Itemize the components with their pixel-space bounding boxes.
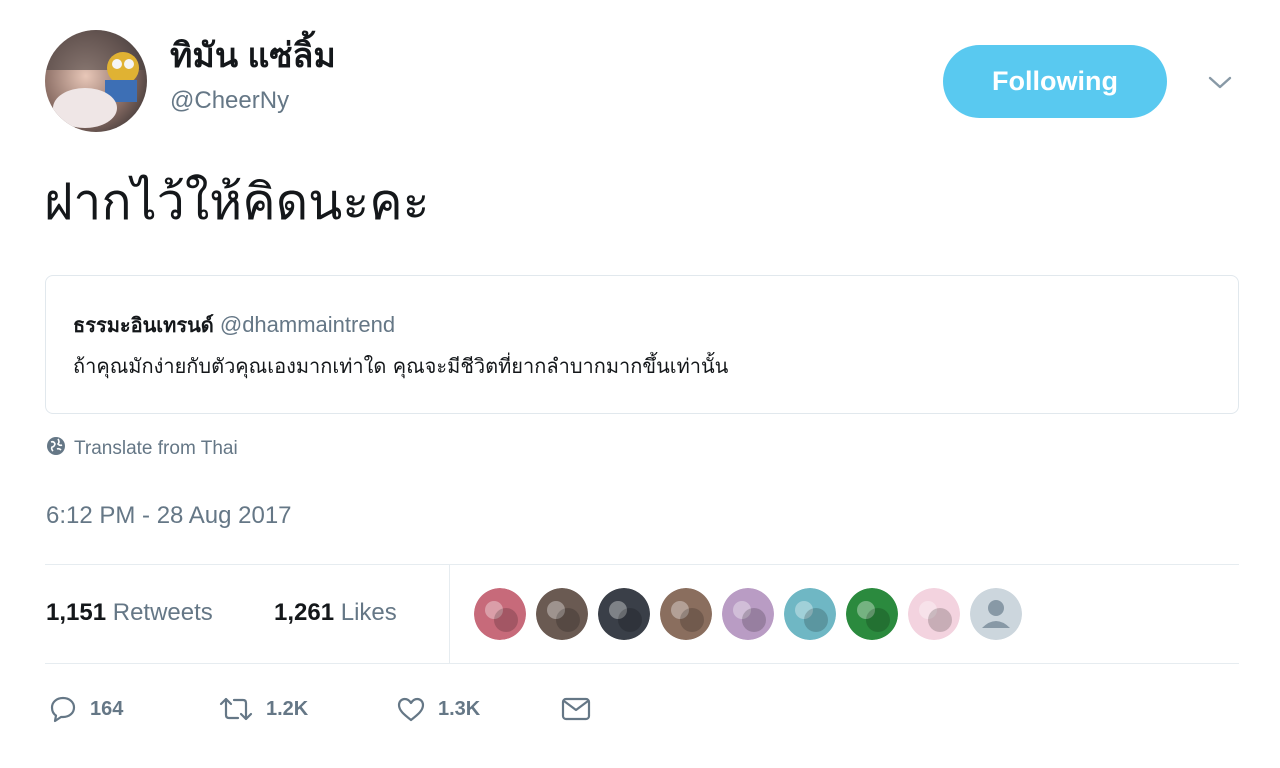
- liker-avatar-6[interactable]: [784, 588, 836, 640]
- liker-avatar-7[interactable]: [846, 588, 898, 640]
- quoted-tweet-text: ถ้าคุณมักง่ายกับตัวคุณเองมากเท่าใด คุณจะ…: [73, 354, 729, 378]
- quoted-tweet-author: ธรรมะอินเทรนด์ @dhammaintrend: [73, 310, 395, 340]
- liker-avatar-2[interactable]: [536, 588, 588, 640]
- retweet-icon: [218, 695, 254, 723]
- divider-bottom: [45, 663, 1239, 664]
- liker-avatar-1[interactable]: [474, 588, 526, 640]
- liker-avatar-5[interactable]: [722, 588, 774, 640]
- chevron-down-icon[interactable]: [1202, 68, 1238, 98]
- globe-icon: [46, 436, 66, 462]
- liker-avatar-9[interactable]: [970, 588, 1022, 640]
- translate-label: Translate from Thai: [74, 438, 238, 459]
- like-button[interactable]: 1.3K: [396, 695, 560, 723]
- divider-top: [45, 564, 1239, 565]
- retweets-stat[interactable]: 1,151 Retweets: [46, 596, 213, 630]
- retweet-count: 1.2K: [266, 697, 309, 720]
- author-display-name[interactable]: ทิมัน แซ่ลิ้ม: [170, 34, 336, 78]
- liker-avatar-8[interactable]: [908, 588, 960, 640]
- tweet-text: ฝากไว้ให้คิดนะคะ: [44, 173, 430, 231]
- direct-message-button[interactable]: [560, 696, 592, 722]
- stats-divider: [449, 564, 450, 663]
- author-avatar[interactable]: [45, 30, 147, 132]
- following-button[interactable]: Following: [943, 45, 1167, 118]
- reply-count: 164: [90, 697, 124, 720]
- likes-label: Likes: [340, 599, 397, 626]
- like-count: 1.3K: [438, 697, 481, 720]
- quoted-tweet[interactable]: ธรรมะอินเทรนด์ @dhammaintrend ถ้าคุณมักง…: [45, 275, 1239, 414]
- translate-link[interactable]: Translate from Thai: [46, 436, 238, 462]
- reply-icon: [48, 694, 78, 724]
- liker-avatar-4[interactable]: [660, 588, 712, 640]
- heart-icon: [396, 695, 426, 723]
- tweet-timestamp[interactable]: 6:12 PM - 28 Aug 2017: [46, 498, 292, 534]
- envelope-icon: [560, 696, 592, 722]
- quoted-author-handle: @dhammaintrend: [219, 312, 396, 337]
- likes-count: 1,261: [274, 599, 335, 626]
- retweet-button[interactable]: 1.2K: [218, 695, 396, 723]
- retweets-label: Retweets: [112, 599, 213, 626]
- author-handle[interactable]: @CheerNy: [170, 86, 289, 116]
- liker-avatars: [474, 588, 1022, 640]
- liker-avatar-3[interactable]: [598, 588, 650, 640]
- likes-stat[interactable]: 1,261 Likes: [274, 596, 397, 630]
- quoted-author-name: ธรรมะอินเทรนด์: [73, 313, 214, 337]
- retweets-count: 1,151: [46, 599, 107, 626]
- tweet-actions: 164 1.2K 1.3K: [48, 694, 592, 724]
- reply-button[interactable]: 164: [48, 694, 218, 724]
